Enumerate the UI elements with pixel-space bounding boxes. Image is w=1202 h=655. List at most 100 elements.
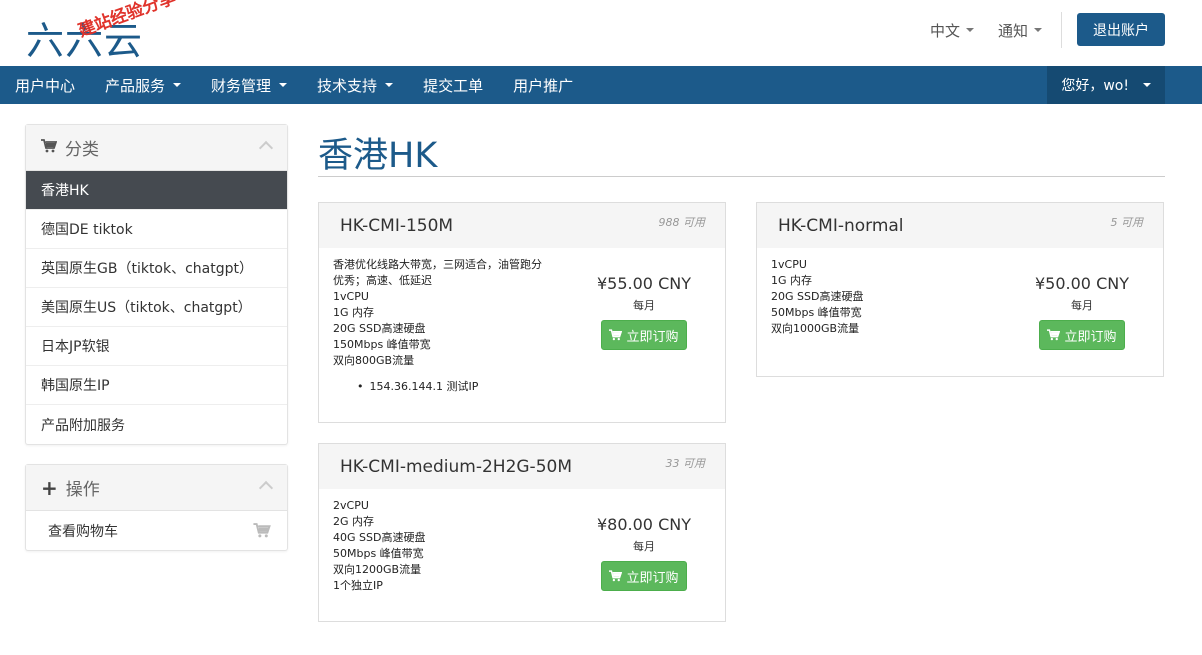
category-item[interactable]: 德国DE tiktok <box>26 210 287 249</box>
nav-item-billing[interactable]: 财务管理 <box>196 66 302 104</box>
actions-panel-header[interactable]: + 操作 <box>26 465 287 511</box>
desc-line: 双向800GB流量 <box>333 354 415 367</box>
availability: 988 可用 <box>658 216 706 229</box>
product-header: HK-CMI-150M 988 可用 <box>319 203 725 248</box>
caret-down-icon <box>279 83 288 87</box>
order-now-label: 立即订购 <box>626 570 679 586</box>
product-description: 香港优化线路大带宽，三网适合，油管跑分 优秀；高速、低延迟 1vCPU 1G 内… <box>333 257 542 395</box>
header: 六六云 建站经验分享-www.w 中文 通知 退出账户 <box>0 0 1202 66</box>
desc-line: 优秀；高速、低延迟 <box>333 274 432 287</box>
view-cart-link[interactable]: 查看购物车 <box>26 511 287 550</box>
language-dropdown[interactable]: 中文 <box>930 20 974 41</box>
shopping-cart-icon <box>1047 329 1061 341</box>
divider <box>1061 12 1062 48</box>
caret-down-icon <box>965 28 974 32</box>
product-description: 2vCPU 2G 内存 40G SSD高速硬盘 50Mbps 峰值带宽 双向12… <box>333 498 425 594</box>
desc-line: 1vCPU <box>333 290 369 303</box>
plus-icon: + <box>41 475 58 500</box>
nav-label: 产品服务 <box>105 76 166 95</box>
price-amount: ¥55.00 CNY <box>597 274 691 293</box>
order-now-label: 立即订购 <box>1064 329 1117 345</box>
top-nav: 中文 通知 <box>906 0 1042 60</box>
notifications-label: 通知 <box>997 21 1028 40</box>
desc-line: 50Mbps 峰值带宽 <box>333 547 424 560</box>
category-item[interactable]: 美国原生US（tiktok、chatgpt） <box>26 288 287 327</box>
caret-down-icon <box>1143 83 1151 87</box>
nav-label: 用户推广 <box>513 76 574 95</box>
availability: 5 可用 <box>1110 216 1144 229</box>
logout-button[interactable]: 退出账户 <box>1077 13 1165 46</box>
desc-line: 20G SSD高速硬盘 <box>771 290 864 303</box>
shopping-cart-icon <box>253 523 271 542</box>
product-header: HK-CMI-normal 5 可用 <box>757 203 1163 248</box>
account-dropdown[interactable]: 您好，wo! <box>1047 66 1165 104</box>
categories-panel: 分类 香港HK 德国DE tiktok 英国原生GB（tiktok、chatgp… <box>25 124 288 445</box>
category-item[interactable]: 日本JP软银 <box>26 327 287 366</box>
category-item[interactable]: 英国原生GB（tiktok、chatgpt） <box>26 249 287 288</box>
price-amount: ¥80.00 CNY <box>597 515 691 534</box>
chevron-up-icon[interactable] <box>258 140 274 156</box>
billing-cycle: 每月 <box>633 540 655 553</box>
nav-label: 技术支持 <box>317 76 378 95</box>
desc-line: 双向1200GB流量 <box>333 563 422 576</box>
actions-title: 操作 <box>65 480 100 500</box>
order-now-label: 立即订购 <box>626 329 679 345</box>
desc-line: 50Mbps 峰值带宽 <box>771 306 862 319</box>
nav-item-user-center[interactable]: 用户中心 <box>0 66 90 104</box>
product-name: HK-CMI-150M <box>340 216 454 236</box>
product-name: HK-CMI-normal <box>778 216 904 236</box>
product-card: HK-CMI-normal 5 可用 1vCPU 1G 内存 20G SSD高速… <box>756 202 1164 377</box>
actions-panel: + 操作 查看购物车 <box>25 464 288 551</box>
nav-item-affiliate[interactable]: 用户推广 <box>498 66 588 104</box>
desc-line: 1vCPU <box>771 258 807 271</box>
caret-down-icon <box>385 83 394 87</box>
nav-item-products[interactable]: 产品服务 <box>90 66 196 104</box>
order-now-button[interactable]: 立即订购 <box>601 561 687 591</box>
nav-label: 财务管理 <box>211 76 272 95</box>
product-card: HK-CMI-150M 988 可用 香港优化线路大带宽，三网适合，油管跑分 优… <box>318 202 726 423</box>
price-block: ¥50.00 CNY 每月 <box>1017 274 1147 313</box>
desc-line: 香港优化线路大带宽，三网适合，油管跑分 <box>333 258 542 271</box>
nav-label: 用户中心 <box>15 76 76 95</box>
shopping-cart-icon <box>41 138 58 158</box>
shopping-cart-icon <box>609 570 623 582</box>
view-cart-label: 查看购物车 <box>48 523 118 540</box>
desc-line: 20G SSD高速硬盘 <box>333 322 426 335</box>
desc-line: 40G SSD高速硬盘 <box>333 531 426 544</box>
order-now-button[interactable]: 立即订购 <box>601 320 687 350</box>
caret-down-icon <box>1034 28 1042 32</box>
desc-line: 2G 内存 <box>333 515 375 528</box>
categories-panel-header[interactable]: 分类 <box>26 125 287 171</box>
billing-cycle: 每月 <box>633 299 655 312</box>
order-now-button[interactable]: 立即订购 <box>1039 320 1125 350</box>
caret-down-icon <box>173 83 182 87</box>
category-item[interactable]: 产品附加服务 <box>26 405 287 444</box>
main-nav: 用户中心 产品服务 财务管理 技术支持 提交工单 用户推广 您好，wo! <box>0 66 1202 104</box>
chevron-up-icon[interactable] <box>258 480 274 496</box>
nav-label: 提交工单 <box>423 76 484 95</box>
title-divider <box>318 176 1165 177</box>
desc-line: 2vCPU <box>333 499 369 512</box>
desc-line: 150Mbps 峰值带宽 <box>333 338 431 351</box>
greeting-label: 您好，wo! <box>1061 78 1129 94</box>
product-description: 1vCPU 1G 内存 20G SSD高速硬盘 50Mbps 峰值带宽 双向10… <box>771 257 863 337</box>
desc-line: 1个独立IP <box>333 579 383 592</box>
categories-title: 分类 <box>65 140 99 160</box>
category-item[interactable]: 韩国原生IP <box>26 366 287 405</box>
price-block: ¥80.00 CNY 每月 <box>579 515 709 554</box>
price-block: ¥55.00 CNY 每月 <box>579 274 709 313</box>
nav-item-support[interactable]: 技术支持 <box>302 66 408 104</box>
product-name: HK-CMI-medium-2H2G-50M <box>340 457 572 477</box>
desc-line: 双向1000GB流量 <box>771 322 860 335</box>
nav-item-submit-ticket[interactable]: 提交工单 <box>408 66 498 104</box>
availability: 33 可用 <box>665 457 706 470</box>
desc-line: 1G 内存 <box>333 306 375 319</box>
product-header: HK-CMI-medium-2H2G-50M 33 可用 <box>319 444 725 489</box>
notifications-dropdown[interactable]: 通知 <box>998 20 1042 41</box>
product-card: HK-CMI-medium-2H2G-50M 33 可用 2vCPU 2G 内存… <box>318 443 726 622</box>
test-ip-item: 154.36.144.1 测试IP <box>357 379 542 395</box>
category-item[interactable]: 香港HK <box>26 171 287 210</box>
desc-line: 1G 内存 <box>771 274 813 287</box>
price-amount: ¥50.00 CNY <box>1035 274 1129 293</box>
page-title: 香港HK <box>318 136 438 176</box>
